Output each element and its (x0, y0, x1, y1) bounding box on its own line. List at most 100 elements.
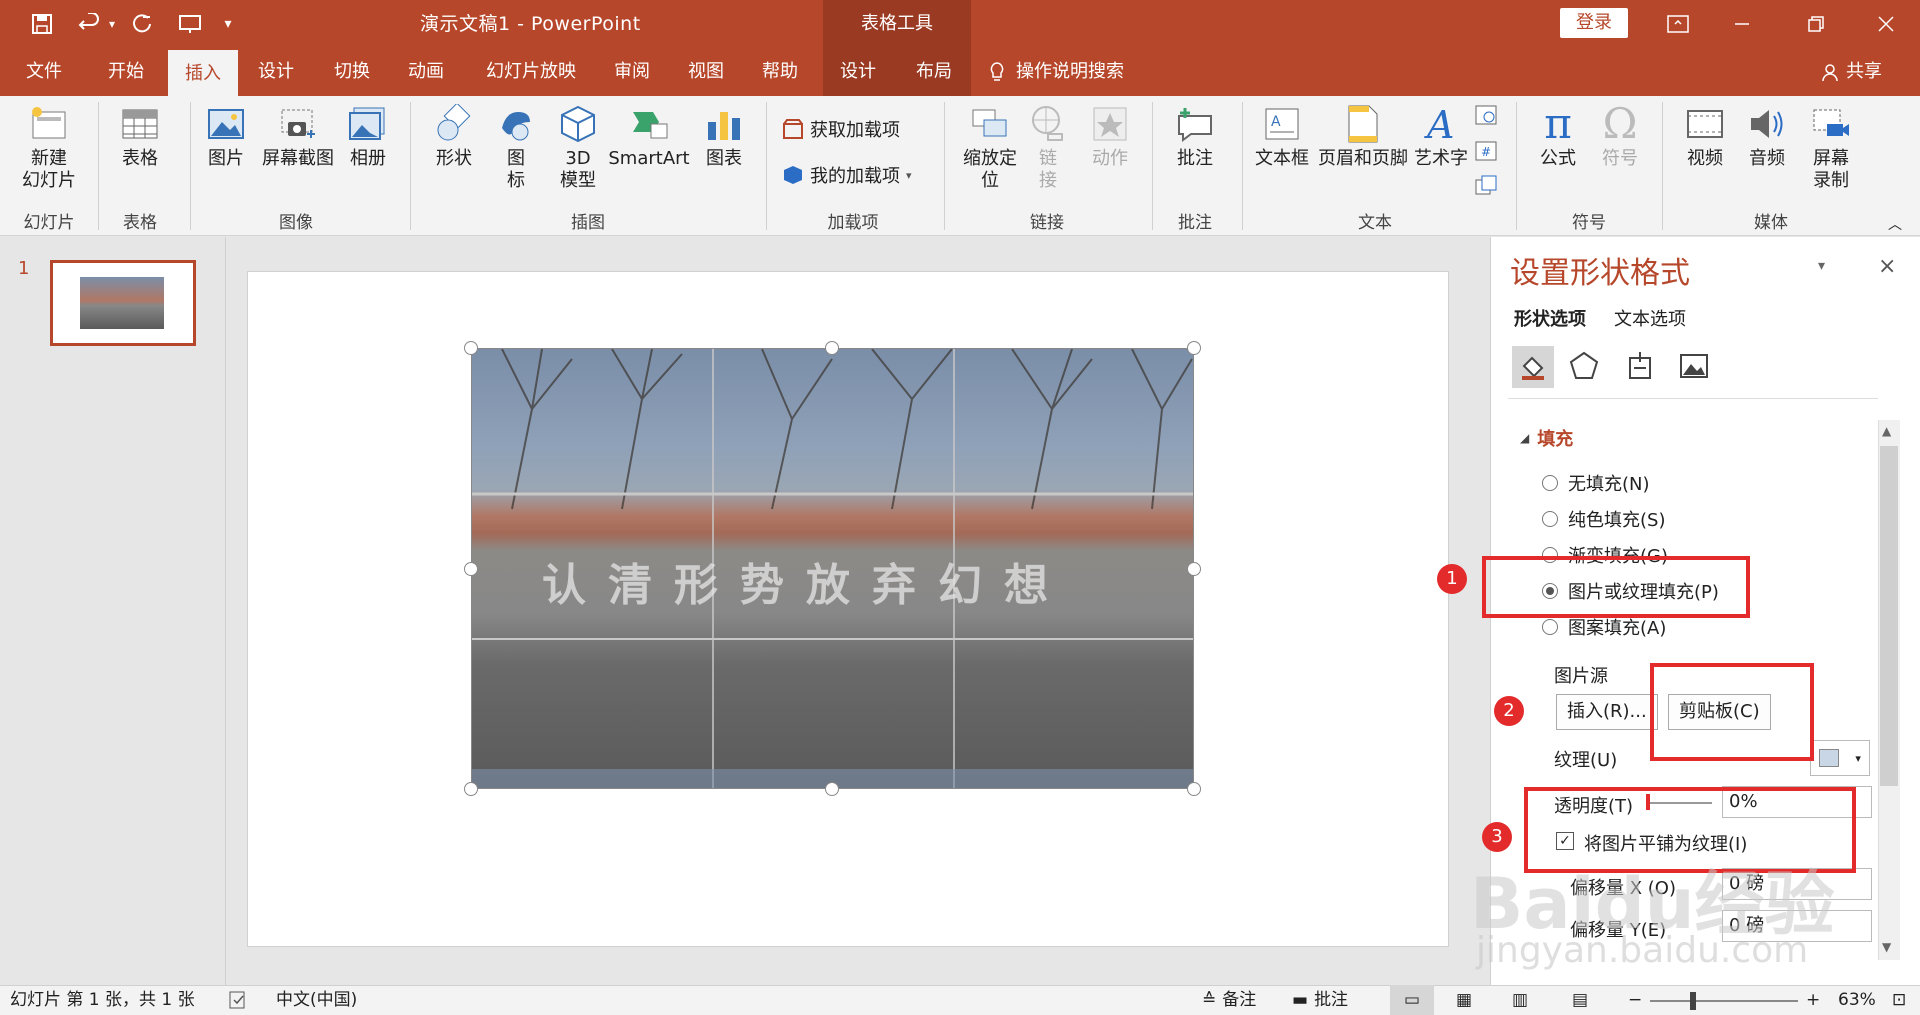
screen-record-button[interactable]: 屏幕 录制 (1800, 104, 1862, 192)
table-with-picture-fill[interactable]: 认清形势放弃幻想 (471, 348, 1194, 789)
tab-insert[interactable]: 插入 (168, 50, 238, 96)
resize-handle[interactable] (1187, 562, 1201, 576)
radio-solid-fill-label: 纯色填充(S) (1568, 510, 1666, 531)
resize-handle[interactable] (825, 782, 839, 796)
resize-handle[interactable] (464, 782, 478, 796)
notes-label: 备注 (1222, 990, 1257, 1010)
resize-handle[interactable] (825, 341, 839, 355)
zoom-out-icon[interactable]: − (1628, 985, 1642, 1015)
tab-design[interactable]: 设计 (246, 48, 306, 96)
get-addins-button[interactable]: 获取加载项 (782, 116, 900, 142)
tab-view[interactable]: 视图 (676, 48, 736, 96)
slide-number-icon[interactable]: # (1474, 140, 1498, 162)
texture-picker[interactable]: ▾ (1810, 740, 1870, 776)
action-button[interactable]: 动作 (1080, 104, 1140, 170)
chart-button[interactable]: 图表 (698, 104, 750, 170)
tab-slideshow[interactable]: 幻灯片放映 (476, 48, 586, 96)
minimize-icon[interactable] (1712, 0, 1772, 48)
spell-check-icon[interactable] (228, 985, 248, 1015)
picture-button[interactable]: 图片 (196, 104, 256, 170)
header-footer-icon (1343, 104, 1383, 144)
effects-pentagon-icon[interactable] (1568, 350, 1600, 387)
slide-sorter-icon[interactable]: ▦ (1456, 985, 1472, 1015)
tab-table-layout[interactable]: 布局 (904, 48, 964, 96)
resize-handle[interactable] (464, 341, 478, 355)
zoom-in-icon[interactable]: + (1806, 985, 1820, 1015)
audio-button[interactable]: 音频 (1738, 104, 1796, 170)
fill-line-icon[interactable] (1512, 346, 1554, 388)
symbol-button[interactable]: Ω 符号 (1590, 103, 1650, 170)
wordart-button[interactable]: A 艺术字 (1412, 104, 1470, 170)
shapes-icon (434, 104, 474, 144)
tab-text-options[interactable]: 文本选项 (1614, 305, 1686, 331)
tab-table-design[interactable]: 设计 (828, 48, 888, 96)
resize-handle[interactable] (1187, 782, 1201, 796)
header-footer-button[interactable]: 页眉和页脚 (1314, 104, 1412, 170)
tab-transitions[interactable]: 切换 (322, 48, 382, 96)
scrollbar-thumb[interactable] (1880, 446, 1898, 786)
date-time-icon[interactable] (1474, 104, 1498, 126)
close-icon[interactable] (1856, 0, 1916, 48)
new-slide-button[interactable]: 新建 幻灯片 (10, 104, 88, 192)
size-properties-icon[interactable] (1624, 350, 1656, 387)
save-icon[interactable] (20, 0, 64, 48)
resize-handle[interactable] (464, 562, 478, 576)
tab-shape-options[interactable]: 形状选项 (1514, 305, 1586, 331)
radio-solid-fill[interactable]: 纯色填充(S) (1542, 506, 1665, 532)
tab-home[interactable]: 开始 (96, 48, 156, 96)
insert-picture-button[interactable]: 插入(R)... (1556, 694, 1658, 730)
table-button[interactable]: 表格 (108, 104, 172, 170)
zoom-slider-thumb[interactable] (1690, 992, 1696, 1010)
normal-view-icon[interactable]: ▭ (1390, 985, 1434, 1015)
scroll-up-icon[interactable]: ▲ (1882, 424, 1891, 438)
tab-review[interactable]: 审阅 (602, 48, 662, 96)
equation-button[interactable]: π 公式 (1528, 103, 1588, 170)
customize-qat-icon[interactable]: ▾ (214, 0, 242, 48)
picture-options-icon[interactable] (1678, 350, 1710, 387)
zoom-button[interactable]: 缩放定 位 (952, 104, 1028, 192)
notes-button[interactable]: ≙ 备注 (1202, 985, 1256, 1015)
pane-options-dropdown-icon[interactable]: ▾ (1818, 258, 1825, 274)
pane-close-icon[interactable]: × (1878, 254, 1896, 279)
screenshot-button[interactable]: 屏幕截图 (258, 104, 338, 170)
textbox-button[interactable]: A 文本框 (1250, 104, 1314, 170)
comment-button[interactable]: 批注 (1160, 104, 1230, 170)
login-button[interactable]: 登录 (1560, 8, 1628, 38)
svg-text:#: # (1481, 145, 1491, 159)
resize-handle[interactable] (1187, 341, 1201, 355)
restore-icon[interactable] (1786, 0, 1846, 48)
redo-icon[interactable] (120, 0, 164, 48)
presentation-icon[interactable] (168, 0, 212, 48)
ribbon-display-icon[interactable] (1648, 0, 1708, 48)
slideshow-view-icon[interactable]: ▤ (1572, 985, 1588, 1015)
annotation-box-1 (1482, 556, 1750, 618)
radio-no-fill[interactable]: 无填充(N) (1542, 470, 1650, 496)
video-button[interactable]: 视频 (1676, 104, 1734, 170)
zoom-slider[interactable] (1650, 1000, 1798, 1002)
icons-button[interactable]: 图 标 (488, 104, 544, 192)
slide-thumbnail[interactable] (50, 260, 196, 346)
tell-me-search[interactable]: 操作说明搜索 (988, 48, 1124, 96)
my-addins-button[interactable]: 我的加载项 ▾ (782, 162, 912, 188)
undo-dropdown-icon[interactable]: ▾ (104, 0, 120, 48)
ribbon-separator (1516, 102, 1517, 230)
radio-no-fill-label: 无填充(N) (1568, 474, 1650, 495)
tab-help[interactable]: 帮助 (750, 48, 810, 96)
object-icon[interactable] (1474, 174, 1498, 196)
album-button[interactable]: 相册 (340, 104, 396, 170)
link-button[interactable]: 链 接 (1028, 104, 1068, 192)
smartart-button[interactable]: SmartArt (606, 104, 692, 170)
zoom-percentage[interactable]: 63% (1838, 985, 1876, 1015)
shapes-button[interactable]: 形状 (426, 104, 482, 170)
share-button[interactable]: 共享 (1820, 48, 1882, 96)
fill-section-header[interactable]: ◢ 填充 (1520, 425, 1573, 451)
tab-animations[interactable]: 动画 (396, 48, 456, 96)
collapse-ribbon-icon[interactable]: ︿ (1888, 214, 1902, 234)
tab-file[interactable]: 文件 (14, 48, 74, 96)
scroll-down-icon[interactable]: ▼ (1882, 940, 1891, 954)
fit-to-window-icon[interactable]: ⊡ (1892, 985, 1906, 1015)
reading-view-icon[interactable]: ▥ (1512, 985, 1528, 1015)
language-status[interactable]: 中文(中国) (276, 985, 357, 1015)
comments-button[interactable]: ▬ 批注 (1292, 985, 1348, 1015)
3d-models-button[interactable]: 3D 模型 (548, 104, 608, 192)
